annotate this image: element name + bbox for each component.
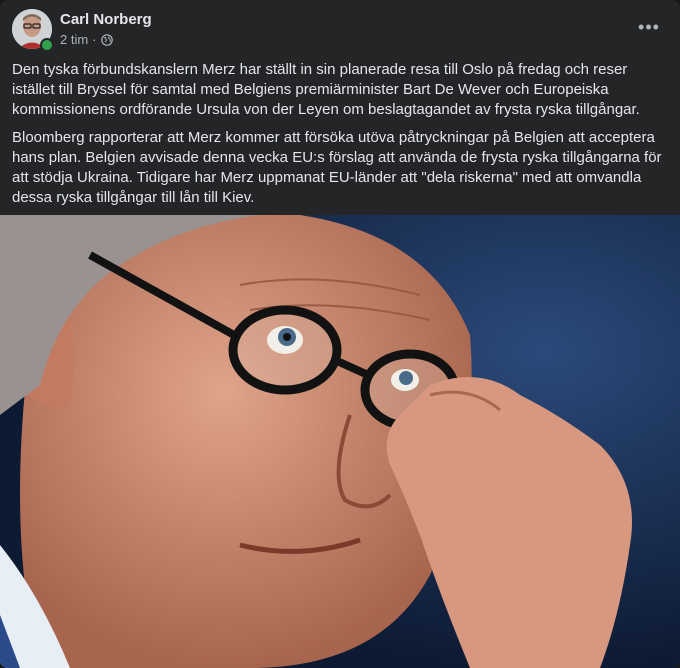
post-text: Den tyska förbundskanslern Merz har stäl… — [12, 60, 664, 216]
author-name[interactable]: Carl Norberg — [60, 11, 152, 28]
post-header: Carl Norberg 2 tim · ••• — [0, 0, 680, 56]
post-meta: 2 tim · — [60, 32, 113, 47]
post-time[interactable]: 2 tim — [60, 32, 88, 47]
post-paragraph-2: Bloomberg rapporterar att Merz kommer at… — [12, 129, 662, 206]
meta-separator: · — [92, 32, 97, 47]
post-photo[interactable] — [0, 215, 680, 668]
globe-icon[interactable] — [100, 33, 113, 46]
facebook-post: Carl Norberg 2 tim · ••• Den tyska förbu… — [0, 0, 680, 668]
post-paragraph-1: Den tyska förbundskanslern Merz har stäl… — [12, 61, 640, 118]
online-status-dot — [40, 38, 54, 52]
more-options-icon[interactable]: ••• — [634, 14, 664, 40]
